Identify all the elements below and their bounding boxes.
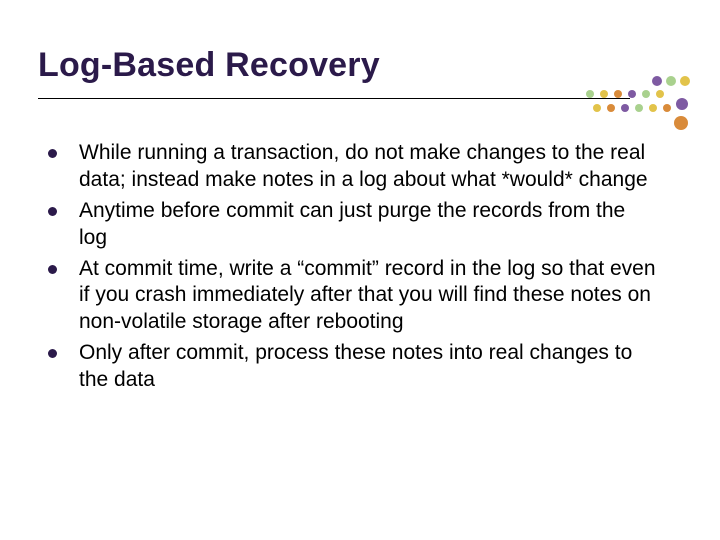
bullet-icon — [48, 265, 57, 274]
list-item-text: While running a transaction, do not make… — [79, 140, 658, 194]
list-item-text: Only after commit, process these notes i… — [79, 340, 658, 394]
decor-dot — [666, 76, 676, 86]
bullet-icon — [48, 349, 57, 358]
decor-dot — [642, 90, 650, 98]
decor-dot — [652, 76, 662, 86]
decor-dot — [663, 104, 671, 112]
decor-dot — [600, 90, 608, 98]
decor-dot — [593, 104, 601, 112]
slide-body: While running a transaction, do not make… — [48, 140, 658, 398]
decor-dot — [676, 98, 688, 110]
decor-dot — [649, 104, 657, 112]
bullet-icon — [48, 207, 57, 216]
decor-dot — [635, 104, 643, 112]
decorative-dots — [586, 72, 696, 136]
decor-dot — [628, 90, 636, 98]
list-item: At commit time, write a “commit” record … — [48, 256, 658, 337]
decor-dot — [607, 104, 615, 112]
slide-title: Log-Based Recovery — [38, 46, 380, 85]
list-item-text: Anytime before commit can just purge the… — [79, 198, 658, 252]
list-item-text: At commit time, write a “commit” record … — [79, 256, 658, 337]
list-item: Only after commit, process these notes i… — [48, 340, 658, 394]
decor-dot — [614, 90, 622, 98]
list-item: Anytime before commit can just purge the… — [48, 198, 658, 252]
decor-dot — [656, 90, 664, 98]
slide: Log-Based Recovery While running a trans… — [0, 0, 720, 540]
decor-dot — [674, 116, 688, 130]
decor-dot — [586, 90, 594, 98]
title-underline — [38, 98, 630, 99]
bullet-icon — [48, 149, 57, 158]
decor-dot — [621, 104, 629, 112]
decor-dot — [680, 76, 690, 86]
list-item: While running a transaction, do not make… — [48, 140, 658, 194]
